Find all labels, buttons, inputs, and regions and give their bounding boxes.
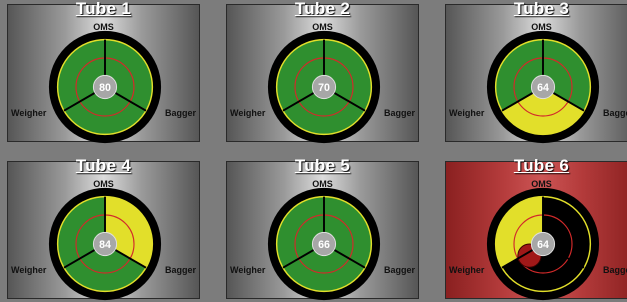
tube-2-tile[interactable]: Tube 2 OMS Weigher Bagger 70 xyxy=(226,0,419,145)
tube-3-tile[interactable]: Tube 3 OMS Weigher Bagger 64 xyxy=(445,0,627,145)
tube-gauge[interactable]: 70 xyxy=(266,29,382,145)
tube-value: 66 xyxy=(318,239,330,251)
weigher-label: Weigher xyxy=(230,108,266,118)
tube-value: 70 xyxy=(318,82,330,94)
tube-value: 64 xyxy=(537,239,549,251)
tube-5-tile[interactable]: Tube 5 OMS Weigher Bagger 66 xyxy=(226,156,419,302)
tube-title: Tube 4 xyxy=(75,156,132,175)
weigher-label: Weigher xyxy=(449,265,485,275)
tube-gauge[interactable]: 80 xyxy=(47,29,163,145)
bagger-label: Bagger xyxy=(602,265,627,275)
tube-value: 84 xyxy=(99,239,111,251)
tube-gauge[interactable]: 84 xyxy=(47,186,163,302)
tube-value: 80 xyxy=(99,82,111,94)
bagger-label: Bagger xyxy=(383,108,415,118)
bagger-label: Bagger xyxy=(164,265,196,275)
bagger-label: Bagger xyxy=(164,108,196,118)
tube-title: Tube 5 xyxy=(294,156,351,175)
bagger-label: Bagger xyxy=(383,265,415,275)
tube-gauge[interactable]: 66 xyxy=(266,186,382,302)
tube-title: Tube 1 xyxy=(75,0,132,18)
tube-title: Tube 3 xyxy=(513,0,570,18)
tube-6-tile[interactable]: Tube 6 OMS Weigher Bagger 64 xyxy=(445,156,627,302)
tube-value: 64 xyxy=(537,82,549,94)
tube-title: Tube 2 xyxy=(294,0,351,18)
weigher-label: Weigher xyxy=(449,108,485,118)
tube-title: Tube 6 xyxy=(513,156,570,175)
bagger-label: Bagger xyxy=(602,108,627,118)
tube-4-tile[interactable]: Tube 4 OMS Weigher Bagger 84 xyxy=(7,156,200,302)
tube-gauge[interactable]: 64 xyxy=(485,186,601,302)
weigher-label: Weigher xyxy=(230,265,266,275)
tube-1-tile[interactable]: Tube 1 OMS Weigher Bagger 80 xyxy=(7,0,200,145)
weigher-label: Weigher xyxy=(11,108,47,118)
weigher-label: Weigher xyxy=(11,265,47,275)
tube-gauge[interactable]: 64 xyxy=(485,29,601,145)
